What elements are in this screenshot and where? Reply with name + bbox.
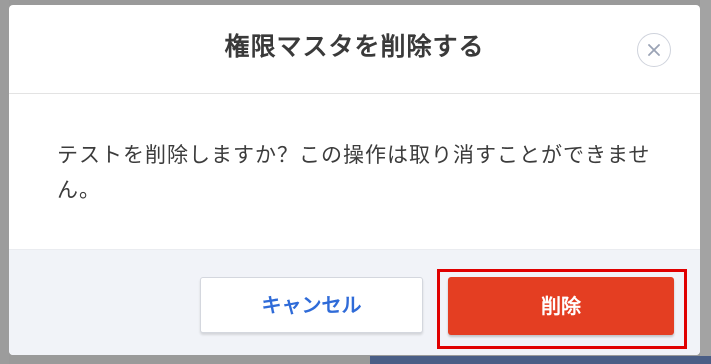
confirm-message: テストを削除しますか？この操作は取り消すことができません。 <box>57 143 651 202</box>
delete-button[interactable]: 削除 <box>448 277 674 335</box>
background-overlay-left <box>0 0 9 364</box>
dialog-title: 権限マスタを削除する <box>224 32 485 61</box>
close-button[interactable] <box>637 33 671 67</box>
dialog-footer: キャンセル 削除 <box>9 249 700 355</box>
cancel-button[interactable]: キャンセル <box>200 277 423 333</box>
close-icon <box>648 44 660 56</box>
background-overlay-right <box>700 0 711 364</box>
background-button-fragment <box>370 356 711 364</box>
dialog-body: テストを削除しますか？この操作は取り消すことができません。 <box>9 94 700 249</box>
dialog-header: 権限マスタを削除する <box>9 5 700 94</box>
delete-confirm-dialog: 権限マスタを削除する テストを削除しますか？この操作は取り消すことができません。… <box>9 5 700 355</box>
